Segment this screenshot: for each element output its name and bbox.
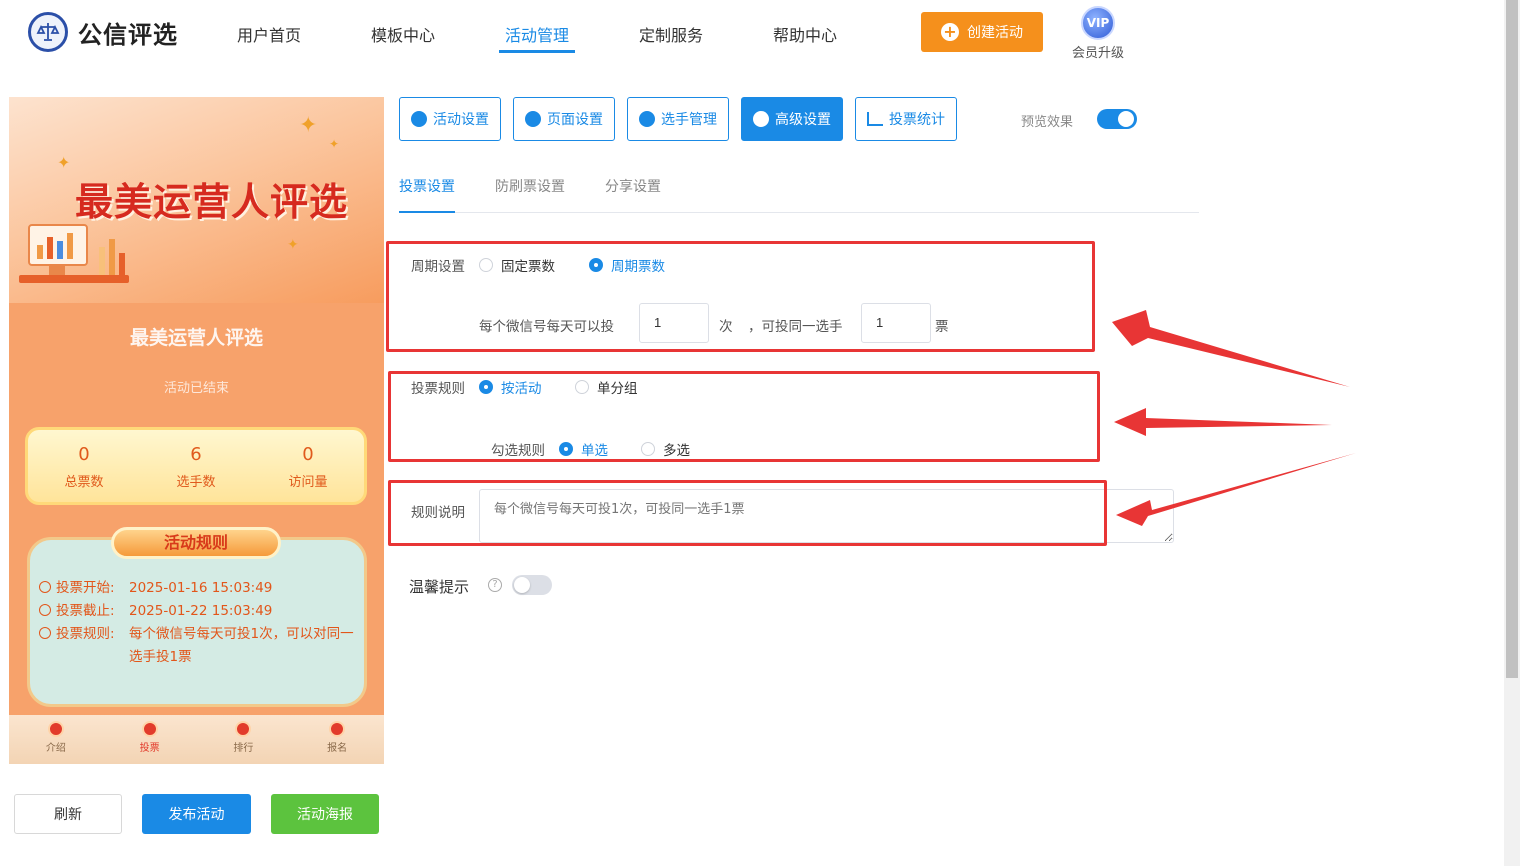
arrow-icon [1116, 453, 1356, 526]
annotation-arrows [1112, 310, 1356, 526]
arrow-icon [1114, 408, 1332, 436]
arrow-icon [1112, 310, 1350, 387]
